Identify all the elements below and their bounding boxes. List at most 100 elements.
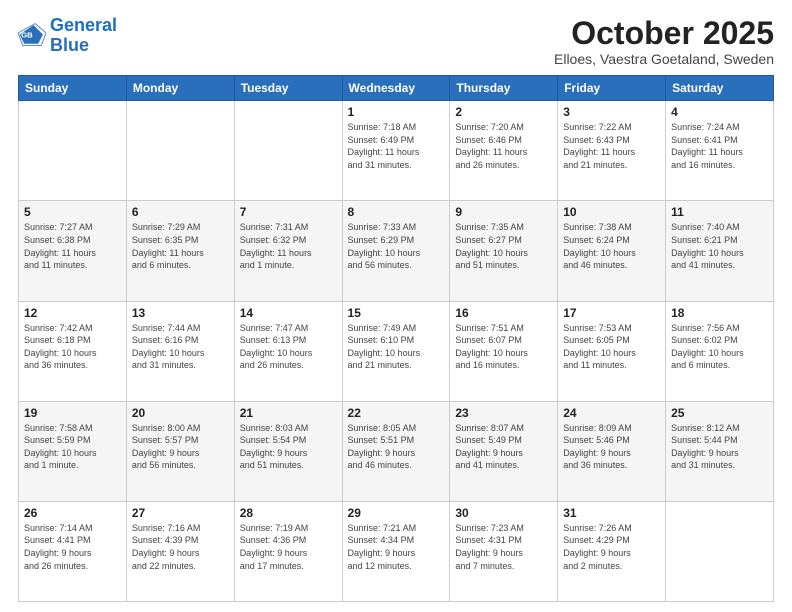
calendar-cell: 27 Sunrise: 7:16 AM Sunset: 4:39 PM Dayli… [126,501,234,601]
calendar-cell: 24 Sunrise: 8:09 AM Sunset: 5:46 PM Dayli… [558,401,666,501]
calendar-cell [234,101,342,201]
weekday-header-friday: Friday [558,76,666,101]
logo-line1: General [50,15,117,35]
day-info: Sunrise: 7:40 AM Sunset: 6:21 PM Dayligh… [671,221,768,271]
day-info: Sunrise: 7:29 AM Sunset: 6:35 PM Dayligh… [132,221,229,271]
calendar-cell: 9 Sunrise: 7:35 AM Sunset: 6:27 PM Daylig… [450,201,558,301]
day-number: 14 [240,306,337,320]
day-info: Sunrise: 8:07 AM Sunset: 5:49 PM Dayligh… [455,422,552,472]
day-number: 24 [563,406,660,420]
day-info: Sunrise: 7:44 AM Sunset: 6:16 PM Dayligh… [132,322,229,372]
day-number: 10 [563,205,660,219]
day-number: 29 [348,506,445,520]
calendar-cell: 18 Sunrise: 7:56 AM Sunset: 6:02 PM Dayli… [666,301,774,401]
calendar-cell: 28 Sunrise: 7:19 AM Sunset: 4:36 PM Dayli… [234,501,342,601]
calendar-cell: 31 Sunrise: 7:26 AM Sunset: 4:29 PM Dayli… [558,501,666,601]
day-info: Sunrise: 8:12 AM Sunset: 5:44 PM Dayligh… [671,422,768,472]
calendar-cell: 20 Sunrise: 8:00 AM Sunset: 5:57 PM Dayli… [126,401,234,501]
day-number: 26 [24,506,121,520]
day-info: Sunrise: 8:00 AM Sunset: 5:57 PM Dayligh… [132,422,229,472]
calendar-cell: 7Sunrise: 7:31 AM Sunset: 6:32 PM Daylig… [234,201,342,301]
calendar-cell: 8 Sunrise: 7:33 AM Sunset: 6:29 PM Daylig… [342,201,450,301]
day-info: Sunrise: 7:14 AM Sunset: 4:41 PM Dayligh… [24,522,121,572]
day-number: 12 [24,306,121,320]
weekday-header-saturday: Saturday [666,76,774,101]
calendar-week-4: 19Sunrise: 7:58 AM Sunset: 5:59 PM Dayli… [19,401,774,501]
calendar-cell: 16 Sunrise: 7:51 AM Sunset: 6:07 PM Dayli… [450,301,558,401]
calendar-cell: 12Sunrise: 7:42 AM Sunset: 6:18 PM Dayli… [19,301,127,401]
logo-text: General Blue [50,16,117,56]
title-block: October 2025 Elloes, Vaestra Goetaland, … [554,16,774,67]
calendar-cell [666,501,774,601]
day-info: Sunrise: 8:05 AM Sunset: 5:51 PM Dayligh… [348,422,445,472]
day-number: 27 [132,506,229,520]
day-number: 6 [132,205,229,219]
day-number: 9 [455,205,552,219]
calendar-cell: 2Sunrise: 7:20 AM Sunset: 6:46 PM Daylig… [450,101,558,201]
day-info: Sunrise: 7:27 AM Sunset: 6:38 PM Dayligh… [24,221,121,271]
day-info: Sunrise: 7:47 AM Sunset: 6:13 PM Dayligh… [240,322,337,372]
calendar-title: October 2025 [554,16,774,51]
day-number: 3 [563,105,660,119]
day-info: Sunrise: 7:38 AM Sunset: 6:24 PM Dayligh… [563,221,660,271]
calendar-cell: 4Sunrise: 7:24 AM Sunset: 6:41 PM Daylig… [666,101,774,201]
day-info: Sunrise: 7:21 AM Sunset: 4:34 PM Dayligh… [348,522,445,572]
calendar-cell: 26 Sunrise: 7:14 AM Sunset: 4:41 PM Dayli… [19,501,127,601]
logo-icon: GB [18,22,46,50]
calendar-subtitle: Elloes, Vaestra Goetaland, Sweden [554,51,774,67]
day-number: 8 [348,205,445,219]
day-number: 23 [455,406,552,420]
day-info: Sunrise: 7:31 AM Sunset: 6:32 PM Dayligh… [240,221,337,271]
day-info: Sunrise: 7:26 AM Sunset: 4:29 PM Dayligh… [563,522,660,572]
header: GB General Blue October 2025 Elloes, Vae… [18,16,774,67]
weekday-header-wednesday: Wednesday [342,76,450,101]
calendar-week-2: 5Sunrise: 7:27 AM Sunset: 6:38 PM Daylig… [19,201,774,301]
page: GB General Blue October 2025 Elloes, Vae… [0,0,792,612]
day-number: 21 [240,406,337,420]
day-info: Sunrise: 8:09 AM Sunset: 5:46 PM Dayligh… [563,422,660,472]
day-number: 31 [563,506,660,520]
day-info: Sunrise: 7:53 AM Sunset: 6:05 PM Dayligh… [563,322,660,372]
logo: GB General Blue [18,16,117,56]
day-number: 13 [132,306,229,320]
day-info: Sunrise: 7:35 AM Sunset: 6:27 PM Dayligh… [455,221,552,271]
day-info: Sunrise: 7:16 AM Sunset: 4:39 PM Dayligh… [132,522,229,572]
calendar-cell: 22 Sunrise: 8:05 AM Sunset: 5:51 PM Dayli… [342,401,450,501]
day-number: 28 [240,506,337,520]
day-number: 30 [455,506,552,520]
day-number: 15 [348,306,445,320]
calendar-cell: 3Sunrise: 7:22 AM Sunset: 6:43 PM Daylig… [558,101,666,201]
day-number: 1 [348,105,445,119]
logo-line2: Blue [50,35,89,55]
calendar-cell: 23 Sunrise: 8:07 AM Sunset: 5:49 PM Dayli… [450,401,558,501]
day-info: Sunrise: 7:58 AM Sunset: 5:59 PM Dayligh… [24,422,121,472]
calendar-cell: 5Sunrise: 7:27 AM Sunset: 6:38 PM Daylig… [19,201,127,301]
calendar-week-5: 26 Sunrise: 7:14 AM Sunset: 4:41 PM Dayli… [19,501,774,601]
day-info: Sunrise: 7:18 AM Sunset: 6:49 PM Dayligh… [348,121,445,171]
weekday-header-thursday: Thursday [450,76,558,101]
day-number: 4 [671,105,768,119]
calendar-cell [126,101,234,201]
day-number: 22 [348,406,445,420]
weekday-header-monday: Monday [126,76,234,101]
calendar-cell: 17Sunrise: 7:53 AM Sunset: 6:05 PM Dayli… [558,301,666,401]
day-number: 25 [671,406,768,420]
day-info: Sunrise: 8:03 AM Sunset: 5:54 PM Dayligh… [240,422,337,472]
calendar-cell: 10 Sunrise: 7:38 AM Sunset: 6:24 PM Dayli… [558,201,666,301]
calendar-cell: 1 Sunrise: 7:18 AM Sunset: 6:49 PM Daylig… [342,101,450,201]
day-number: 2 [455,105,552,119]
weekday-header-sunday: Sunday [19,76,127,101]
day-info: Sunrise: 7:56 AM Sunset: 6:02 PM Dayligh… [671,322,768,372]
day-number: 20 [132,406,229,420]
day-info: Sunrise: 7:51 AM Sunset: 6:07 PM Dayligh… [455,322,552,372]
calendar-week-3: 12Sunrise: 7:42 AM Sunset: 6:18 PM Dayli… [19,301,774,401]
day-number: 16 [455,306,552,320]
calendar-week-1: 1 Sunrise: 7:18 AM Sunset: 6:49 PM Daylig… [19,101,774,201]
day-info: Sunrise: 7:19 AM Sunset: 4:36 PM Dayligh… [240,522,337,572]
day-info: Sunrise: 7:49 AM Sunset: 6:10 PM Dayligh… [348,322,445,372]
day-number: 18 [671,306,768,320]
calendar-cell: 11Sunrise: 7:40 AM Sunset: 6:21 PM Dayli… [666,201,774,301]
calendar-cell: 30Sunrise: 7:23 AM Sunset: 4:31 PM Dayli… [450,501,558,601]
day-info: Sunrise: 7:33 AM Sunset: 6:29 PM Dayligh… [348,221,445,271]
calendar-cell: 19Sunrise: 7:58 AM Sunset: 5:59 PM Dayli… [19,401,127,501]
